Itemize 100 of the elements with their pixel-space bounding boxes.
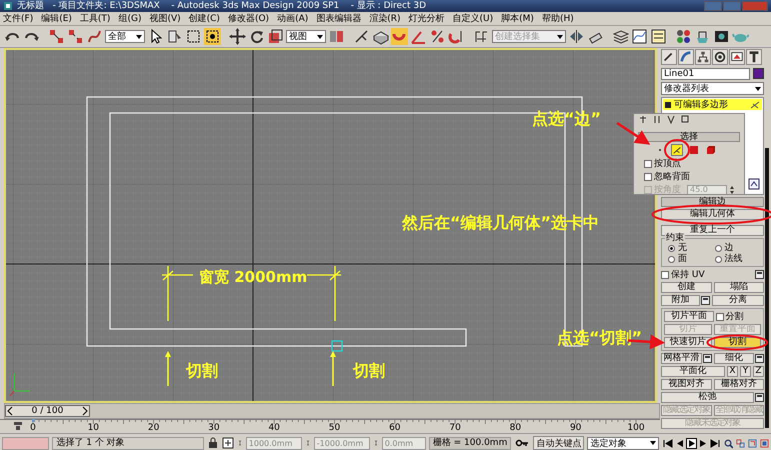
material-spheres-icon[interactable] bbox=[675, 28, 692, 45]
object-name-field[interactable]: Line01 bbox=[661, 68, 750, 80]
radio-option[interactable]: 边 bbox=[714, 243, 761, 253]
settings-icon[interactable] bbox=[755, 354, 764, 363]
tool-button[interactable]: X bbox=[727, 366, 738, 377]
tool-button[interactable]: 切割 bbox=[714, 337, 761, 348]
auto-key-button[interactable]: 自动关键点 bbox=[533, 436, 584, 450]
settings-icon[interactable] bbox=[702, 354, 712, 363]
object-color-swatch[interactable] bbox=[753, 68, 764, 79]
menu-item[interactable]: 文件(F) bbox=[3, 12, 34, 24]
mirror-icon[interactable] bbox=[568, 28, 585, 45]
timeline-label: 40 bbox=[268, 423, 280, 433]
tool-button[interactable]: Y bbox=[740, 366, 751, 377]
render-frame-icon[interactable] bbox=[713, 28, 730, 45]
tool-button[interactable]: 附加 bbox=[661, 295, 700, 306]
hierarchy-tab-icon[interactable] bbox=[695, 49, 711, 65]
radio-option[interactable]: 法线 bbox=[714, 254, 761, 264]
rectangle-select-icon[interactable] bbox=[185, 28, 202, 45]
menu-item[interactable]: 组(G) bbox=[118, 12, 142, 24]
unlink-icon[interactable] bbox=[67, 28, 84, 45]
tool-button[interactable]: 视图对齐 bbox=[661, 379, 712, 390]
radio-option[interactable]: 无 bbox=[668, 243, 714, 253]
element-mode-icon[interactable] bbox=[705, 144, 717, 156]
go-to-start-icon[interactable] bbox=[662, 438, 674, 448]
menu-item[interactable]: 创建(C) bbox=[188, 12, 220, 24]
window-crossing-icon[interactable] bbox=[204, 28, 221, 45]
layers-icon[interactable] bbox=[612, 28, 629, 45]
up-arrow bbox=[165, 351, 171, 386]
tool-button[interactable]: 快速切片 bbox=[664, 337, 712, 348]
menu-item[interactable]: 自定义(U) bbox=[452, 12, 494, 24]
play-icon[interactable] bbox=[686, 438, 698, 448]
time-slider-track[interactable]: 0 / 100 bbox=[4, 403, 660, 419]
menu-item[interactable]: 灯光分析 bbox=[408, 12, 445, 24]
menu-item[interactable]: 编辑(E) bbox=[41, 12, 72, 24]
script-listener-field[interactable] bbox=[2, 436, 50, 450]
panel-scrollbar[interactable] bbox=[765, 148, 769, 428]
zoom-all-icon[interactable] bbox=[736, 438, 746, 448]
configure-icon[interactable] bbox=[748, 178, 760, 190]
frame-navigator[interactable]: 0 / 100 bbox=[5, 405, 90, 417]
menu-item[interactable]: 修改器(O) bbox=[228, 12, 270, 24]
curve-editor-icon[interactable] bbox=[631, 28, 648, 45]
radio-option[interactable]: 面 bbox=[668, 254, 714, 264]
key-filter-dropdown[interactable]: 选定对象 bbox=[587, 436, 660, 450]
rotate-icon[interactable] bbox=[248, 28, 265, 45]
window-title: 无标题 - 项目文件夹: E:\3DSMAX - Autodesk 3ds Max Design 2009 SP1 - 显示 : Direct 3D bbox=[17, 0, 428, 12]
move-icon[interactable] bbox=[229, 28, 246, 45]
checkbox[interactable]: 分割 bbox=[716, 311, 761, 322]
polygon-mode-icon[interactable] bbox=[688, 144, 700, 156]
square-icon[interactable] bbox=[680, 115, 690, 124]
rollout-header[interactable]: 编辑几何体 bbox=[661, 209, 764, 220]
zoom-icon[interactable] bbox=[724, 438, 734, 448]
caret-icon bbox=[316, 32, 324, 40]
utilities-tab-icon[interactable] bbox=[746, 49, 762, 65]
menu-item[interactable]: 帮助(H) bbox=[542, 12, 574, 24]
tool-button[interactable]: 塌陷 bbox=[714, 282, 764, 293]
menu-item[interactable]: 图表编辑器 bbox=[316, 12, 362, 24]
cut-label: 切割 bbox=[186, 362, 218, 380]
selection-filter-dropdown[interactable]: 全部 bbox=[105, 30, 145, 43]
modify-tab-icon[interactable] bbox=[678, 49, 694, 65]
zoom-extents-all-icon[interactable] bbox=[760, 438, 769, 448]
cut-label: 切割 bbox=[353, 362, 385, 380]
modifier-list-dropdown[interactable]: 修改器列表 bbox=[661, 82, 764, 95]
tool-button[interactable]: 分离 bbox=[712, 295, 764, 306]
tool-button[interactable]: 网格平滑 bbox=[661, 353, 702, 364]
checkbox[interactable]: 保持 UV bbox=[661, 269, 753, 280]
tool-button[interactable]: 细化 bbox=[714, 353, 754, 364]
menu-item[interactable]: 渲染(R) bbox=[369, 12, 401, 24]
tool-button[interactable]: 创建 bbox=[661, 282, 712, 293]
display-tab-icon[interactable] bbox=[729, 49, 745, 65]
settings-icon[interactable] bbox=[755, 270, 764, 279]
menu-item[interactable]: 工具(T) bbox=[80, 12, 110, 24]
tool-button[interactable]: 栅格对齐 bbox=[714, 379, 764, 390]
stack-item[interactable]: 可编辑多边形 bbox=[663, 99, 762, 110]
tool-button[interactable]: 切片平面 bbox=[664, 311, 714, 322]
scale-icon[interactable] bbox=[267, 28, 284, 45]
lock-icon[interactable] bbox=[206, 437, 219, 449]
percent-snap-icon[interactable] bbox=[429, 28, 446, 45]
settings-icon[interactable] bbox=[755, 393, 764, 402]
go-to-end-icon[interactable] bbox=[710, 438, 722, 448]
menu-item[interactable]: 动画(A) bbox=[277, 12, 308, 24]
edge-mode-icon[interactable] bbox=[671, 144, 683, 156]
motion-tab-icon[interactable] bbox=[712, 49, 728, 65]
link-icon[interactable] bbox=[48, 28, 65, 45]
coordinate-system-dropdown[interactable]: 视图 bbox=[286, 30, 326, 43]
vertex-marker bbox=[331, 340, 343, 352]
menu-item[interactable]: 视图(V) bbox=[149, 12, 181, 24]
tool-button[interactable]: Z bbox=[753, 366, 764, 377]
timeline-label: 10 bbox=[88, 423, 100, 433]
rollout-header[interactable]: 选择 bbox=[638, 132, 740, 142]
menu-item[interactable]: 脚本(M) bbox=[501, 12, 534, 24]
tool-button[interactable]: 平面化 bbox=[661, 366, 725, 377]
key-icon[interactable] bbox=[514, 437, 530, 449]
axis-tripod-icon bbox=[10, 372, 30, 396]
settings-icon[interactable] bbox=[700, 296, 710, 305]
timeline-label: 90 bbox=[570, 423, 582, 433]
tool-button[interactable]: 松弛 bbox=[661, 392, 754, 403]
pause-icon[interactable] bbox=[652, 115, 662, 124]
zoom-extents-icon[interactable] bbox=[748, 438, 758, 448]
pin-icon[interactable] bbox=[638, 115, 648, 124]
create-tab-icon[interactable] bbox=[661, 49, 677, 65]
